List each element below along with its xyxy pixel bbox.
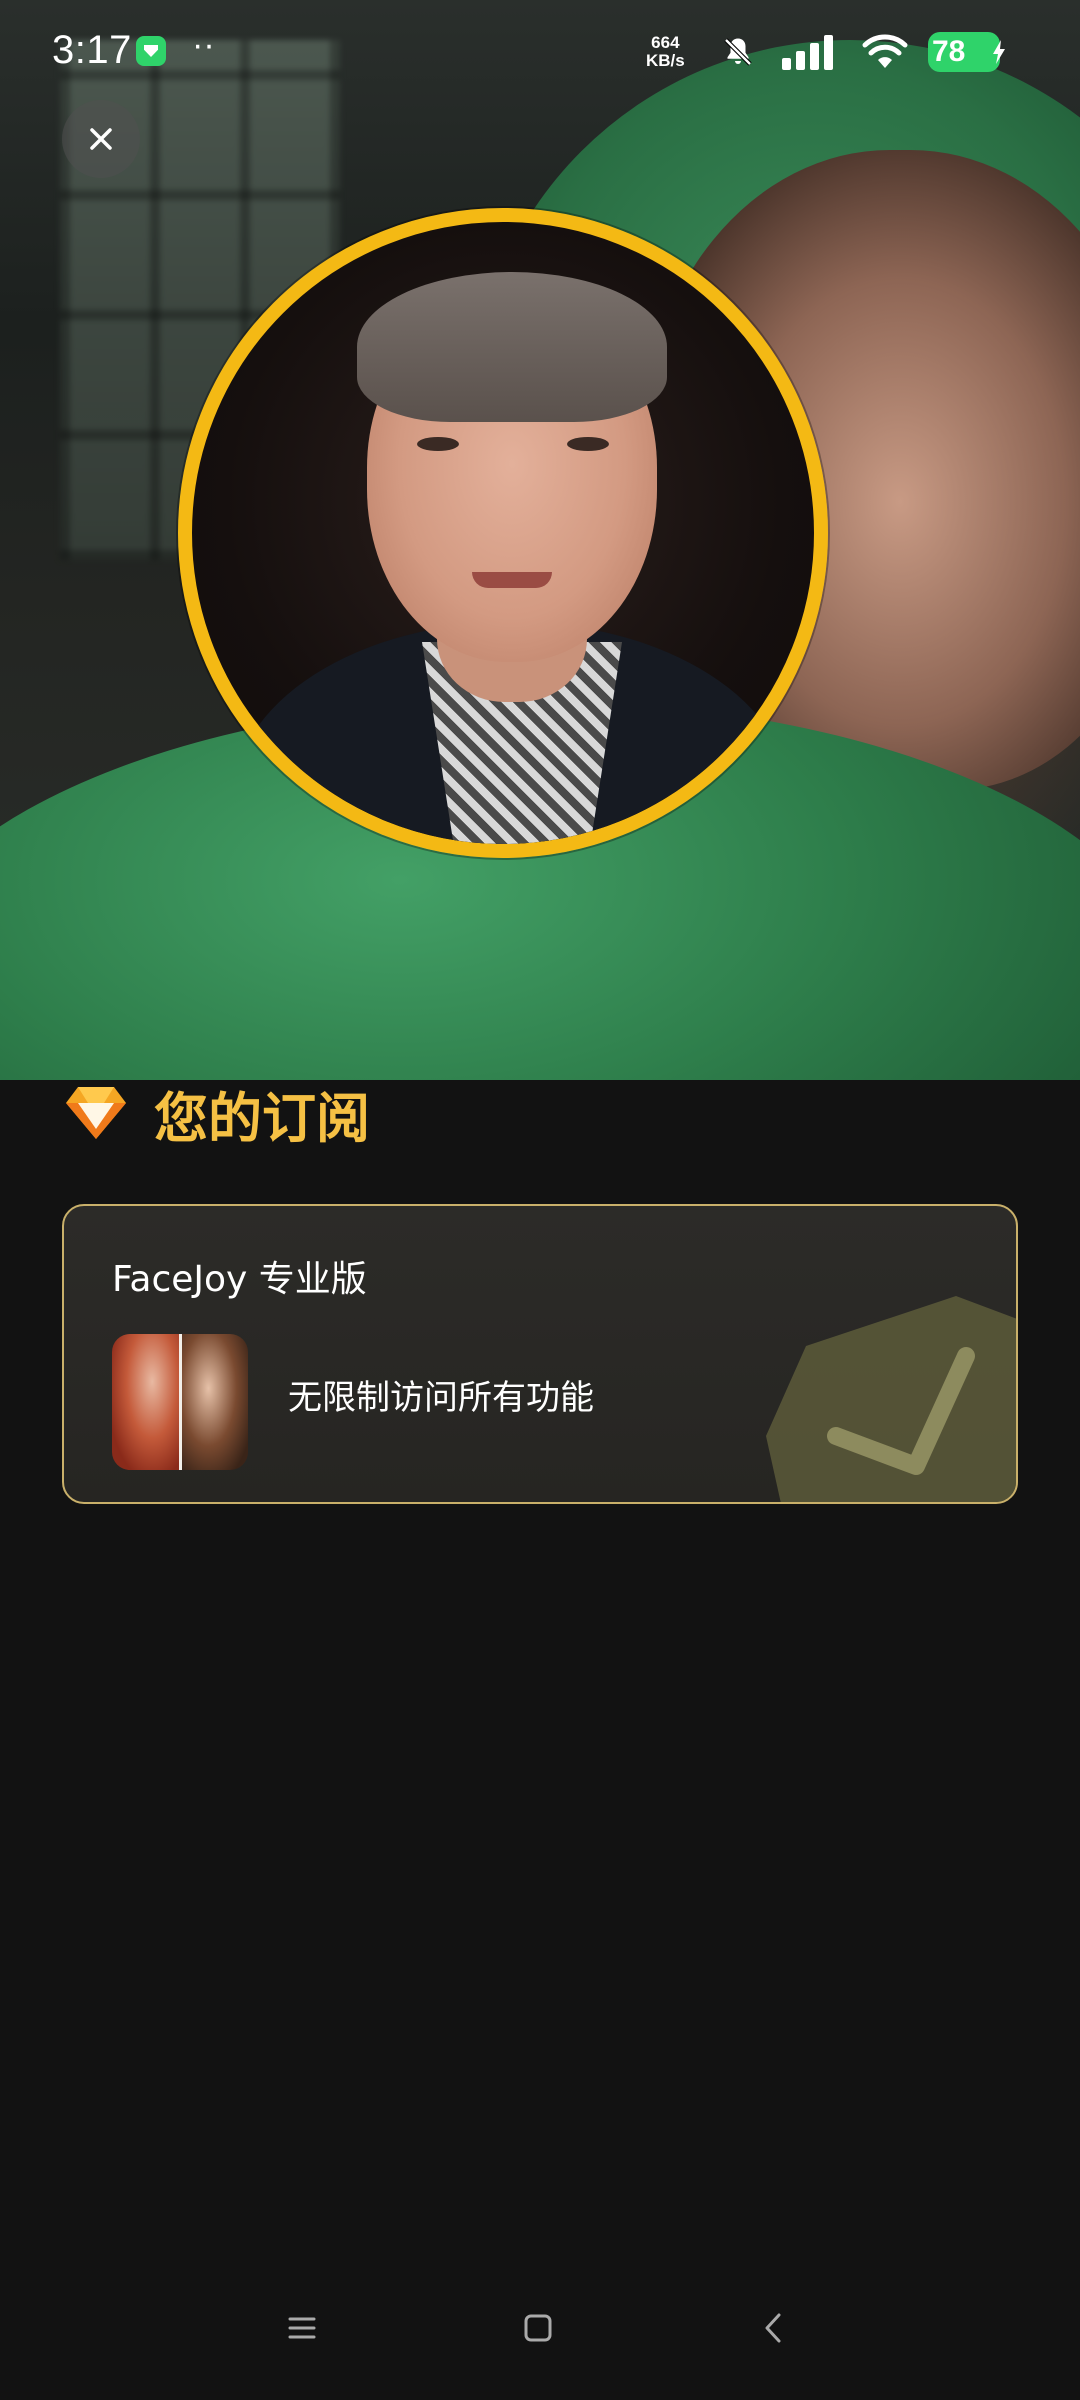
network-speed-value: 664 — [651, 33, 680, 52]
network-speed-unit: KB/s — [646, 51, 685, 70]
hero-image — [0, 0, 1080, 1080]
plan-description: 无限制访问所有功能 — [288, 1378, 594, 1418]
status-time: 3:17 — [52, 28, 132, 72]
battery-level: 78 — [932, 35, 966, 68]
portrait-mouth — [472, 572, 552, 588]
network-speed: 664 KB/s — [646, 34, 685, 70]
portrait-eye-right — [567, 437, 609, 451]
mute-bell-icon — [724, 38, 752, 66]
battery-indicator: 78 — [928, 32, 1005, 72]
cell-signal-icon — [782, 35, 833, 70]
close-icon — [90, 128, 112, 150]
portrait-eye-left — [417, 437, 459, 451]
more-notifications-indicator: ·· — [192, 26, 215, 64]
face-swap-portrait — [178, 208, 828, 858]
app-notification-icon — [136, 36, 166, 66]
wifi-icon — [862, 34, 908, 68]
close-button[interactable] — [62, 100, 140, 178]
thumbnail-after — [178, 1334, 248, 1470]
thumbnail-before — [112, 1334, 179, 1470]
diamond-icon — [66, 1087, 126, 1139]
nav-menu-button[interactable] — [272, 2298, 332, 2358]
nav-home-button[interactable] — [508, 2298, 568, 2358]
home-icon — [524, 2314, 552, 2342]
plan-thumbnail — [112, 1334, 248, 1470]
back-icon — [765, 2313, 781, 2343]
nav-back-button[interactable] — [744, 2298, 804, 2358]
check-icon — [766, 1296, 1016, 1502]
portrait-hair — [357, 272, 667, 422]
status-bar: 3:17 ·· 664 KB/s 78 — [0, 0, 1080, 100]
subscription-title: 您的订阅 — [154, 1086, 370, 1150]
charging-bolt-icon — [993, 40, 1005, 64]
plan-card[interactable]: FaceJoy 专业版 无限制访问所有功能 — [62, 1204, 1018, 1504]
plan-name: FaceJoy 专业版 — [112, 1259, 367, 1300]
system-nav-bar — [0, 2270, 1080, 2400]
subscription-header: 您的订阅 — [64, 1078, 370, 1150]
menu-icon — [288, 2317, 316, 2339]
